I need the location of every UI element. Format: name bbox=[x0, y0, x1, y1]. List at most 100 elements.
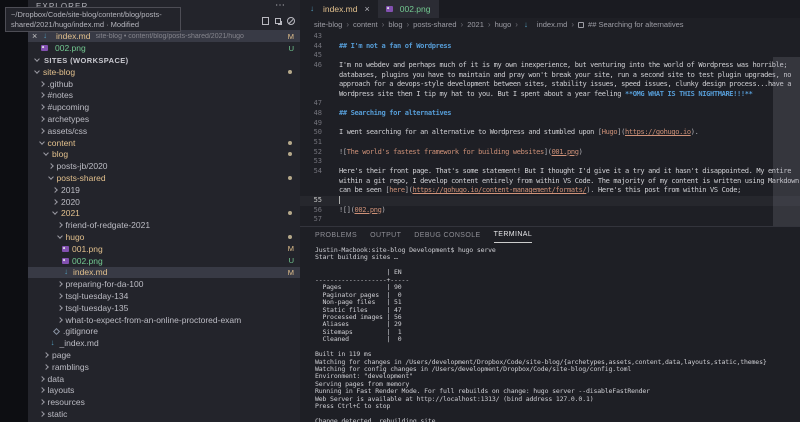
markdown-file-icon: ↓ bbox=[43, 31, 47, 40]
editor-line[interactable]: 49 bbox=[300, 119, 800, 129]
workspace-section-header[interactable]: SITES (WORKSPACE) bbox=[28, 54, 300, 66]
code-token: Wordpress site then I tip my hat to you.… bbox=[339, 89, 625, 98]
line-number: 50 bbox=[313, 128, 322, 137]
editor-line[interactable]: databases, plugins you have to maintain … bbox=[300, 71, 800, 81]
tree-item-site-blog[interactable]: site-blog bbox=[28, 66, 300, 78]
more-actions-icon[interactable]: ⋯ bbox=[275, 0, 286, 11]
editor-line[interactable]: 55 bbox=[300, 195, 800, 206]
breadcrumb-item[interactable]: 2021 bbox=[467, 20, 484, 29]
editor-line-text: databases, plugins you have to maintain … bbox=[339, 71, 791, 81]
editor-line[interactable]: 46 I'm no webdev and perhaps much of it i… bbox=[300, 61, 800, 71]
editor-line[interactable]: 56 ![](002.png) bbox=[300, 206, 800, 216]
tree-item-2019[interactable]: 2019 bbox=[28, 184, 300, 196]
tree-item-blog[interactable]: blog bbox=[28, 149, 300, 161]
line-number: 57 bbox=[313, 215, 322, 224]
tree-item-ramblings[interactable]: ramblings bbox=[28, 361, 300, 373]
breadcrumb-item[interactable]: blog bbox=[388, 20, 402, 29]
bottom-panel: PROBLEMS OUTPUT DEBUG CONSOLE TERMINAL Just… bbox=[300, 226, 800, 422]
tree-item-data[interactable]: data bbox=[28, 373, 300, 385]
open-editor-label: index.md bbox=[56, 31, 91, 41]
tree-item-001-png[interactable]: 001.png M bbox=[28, 243, 300, 255]
tree-item-label: content bbox=[47, 137, 76, 148]
image-file-icon bbox=[62, 245, 69, 252]
tree-item-posts-jb-2020[interactable]: posts-jb/2020 bbox=[28, 160, 300, 172]
tree-item--github[interactable]: .github bbox=[28, 78, 300, 90]
chevron-right-icon bbox=[38, 116, 45, 122]
editor-line[interactable]: 53 bbox=[300, 157, 800, 167]
editor-line[interactable]: Wordpress site then I tip my hat to you.… bbox=[300, 90, 800, 100]
tree-item--upcoming[interactable]: #upcoming bbox=[28, 101, 300, 113]
editor-line[interactable]: 51 bbox=[300, 138, 800, 148]
tree-item-page[interactable]: page bbox=[28, 349, 300, 361]
tree-item-hugo[interactable]: hugo bbox=[28, 231, 300, 243]
tree-item-assets-css[interactable]: assets/css bbox=[28, 125, 300, 137]
close-all-editors-icon[interactable] bbox=[287, 17, 295, 25]
tree-item-resources[interactable]: resources bbox=[28, 396, 300, 408]
editor-line[interactable]: within a git repo, I develop content ent… bbox=[300, 177, 800, 187]
breadcrumb-item[interactable]: index.md bbox=[537, 20, 567, 29]
terminal[interactable]: Justin-Macbook:site-blog Development$ hu… bbox=[300, 243, 800, 422]
editor-line[interactable]: 44 ## I'm not a fan of Wordpress bbox=[300, 42, 800, 52]
tree-item--notes[interactable]: #notes bbox=[28, 90, 300, 102]
editor-line[interactable]: approach for a devops-style development … bbox=[300, 80, 800, 90]
open-editor-row[interactable]: 002.png U bbox=[28, 42, 300, 54]
panel-tab-debug-console[interactable]: DEBUG CONSOLE bbox=[414, 227, 480, 243]
editor-line[interactable]: can be seen [here](https://gohugo.io/con… bbox=[300, 186, 800, 196]
editor-line[interactable]: 43 bbox=[300, 32, 800, 42]
tree-item-2020[interactable]: 2020 bbox=[28, 196, 300, 208]
close-editor-icon[interactable]: × bbox=[32, 31, 41, 41]
chevron-right-icon bbox=[43, 363, 49, 370]
panel-tab-problems[interactable]: PROBLEMS bbox=[315, 227, 357, 243]
breadcrumb-item[interactable]: hugo bbox=[495, 20, 512, 29]
tree-item-static[interactable]: static bbox=[28, 408, 300, 420]
code-token: I went searching for an alternative to W… bbox=[339, 128, 598, 137]
tab-002-png[interactable]: 002.png bbox=[377, 0, 439, 18]
editor-line[interactable]: 50 I went searching for an alternative to… bbox=[300, 128, 800, 138]
tree-item-2021[interactable]: 2021 bbox=[28, 208, 300, 220]
chevron-right-icon bbox=[38, 375, 45, 382]
breadcrumb-item[interactable]: posts-shared bbox=[413, 20, 456, 29]
tree-item-preparing-for-da-100[interactable]: preparing-for-da-100 bbox=[28, 278, 300, 290]
breadcrumb-item[interactable]: content bbox=[353, 20, 378, 29]
tree-item-tsql-tuesday-135[interactable]: tsql-tuesday-135 bbox=[28, 302, 300, 314]
breadcrumb-symbol[interactable]: ## Searching for alternatives bbox=[588, 20, 683, 29]
new-file-icon[interactable] bbox=[262, 17, 269, 25]
line-number: 44 bbox=[313, 41, 322, 50]
editor-line[interactable]: 57 bbox=[300, 215, 800, 225]
chevron-down-icon bbox=[52, 209, 58, 216]
tree-item--gitignore[interactable]: .gitignore bbox=[28, 326, 300, 338]
line-number: 49 bbox=[313, 118, 322, 127]
tree-item-posts-shared[interactable]: posts-shared bbox=[28, 172, 300, 184]
tree-item-content[interactable]: content bbox=[28, 137, 300, 149]
tree-item--index-md[interactable]: ↓ _index.md bbox=[28, 337, 300, 349]
save-all-icon[interactable] bbox=[275, 18, 281, 24]
tree-item-layouts[interactable]: layouts bbox=[28, 385, 300, 397]
chevron-right-icon bbox=[43, 352, 49, 358]
editor-line[interactable]: 54 Here's their front page. That's some s… bbox=[300, 167, 800, 177]
line-number: 52 bbox=[313, 147, 322, 156]
editor-line[interactable]: 45 bbox=[300, 51, 800, 61]
editor[interactable]: 43 44 ## I'm not a fan of Wordpress 45 46 I'm… bbox=[300, 31, 800, 226]
breadcrumb: site-blog › content › blog › posts-shared › 2021… bbox=[300, 18, 800, 31]
close-tab-icon[interactable]: × bbox=[365, 4, 370, 14]
chevron-down-icon bbox=[38, 138, 45, 145]
code-token: ) bbox=[381, 205, 386, 214]
tree-item-label: friend-of-redgate-2021 bbox=[65, 220, 151, 231]
breadcrumb-item[interactable]: site-blog bbox=[314, 20, 342, 29]
tree-item-archetypes[interactable]: archetypes bbox=[28, 113, 300, 125]
tree-item-tsql-tuesday-134[interactable]: tsql-tuesday-134 bbox=[28, 290, 300, 302]
code-token: ![]( bbox=[339, 205, 355, 214]
editor-line[interactable]: 47 bbox=[300, 99, 800, 109]
editor-line[interactable]: 52 ![The world's fastest framework for bu… bbox=[300, 148, 800, 158]
editor-line[interactable]: 48 ## Searching for alternatives bbox=[300, 109, 800, 119]
editor-line-text: I'm no webdev and perhaps much of it is … bbox=[339, 61, 787, 71]
tree-item-what-to-expect-from-an-online-proctored-exam[interactable]: what-to-expect-from-an-online-proctored-… bbox=[28, 314, 300, 326]
tab-index-md[interactable]: ↓ index.md × bbox=[300, 0, 378, 18]
code-token: ![ bbox=[339, 147, 347, 156]
panel-tab-terminal[interactable]: TERMINAL bbox=[493, 227, 533, 243]
tree-item-002-png[interactable]: 002.png U bbox=[28, 255, 300, 267]
tree-item-friend-of-redgate-2021[interactable]: friend-of-redgate-2021 bbox=[28, 219, 300, 231]
panel-tab-output[interactable]: OUTPUT bbox=[370, 227, 401, 243]
tree-item-index-md[interactable]: ↓ index.md M bbox=[28, 266, 300, 279]
tab-label: index.md bbox=[323, 4, 358, 14]
